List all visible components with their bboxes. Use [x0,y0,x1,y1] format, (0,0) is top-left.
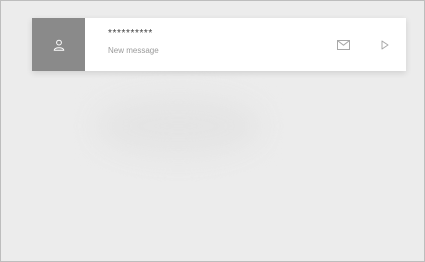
sender-name: ********** [108,28,153,39]
envelope-icon [336,39,350,50]
person-icon [53,39,64,51]
message-preview: New message [108,46,159,55]
screen: ********** New message [0,0,425,262]
background-blur [96,96,261,156]
avatar [32,18,85,71]
open-message-button[interactable] [333,35,353,55]
notification-actions [333,18,406,71]
play-icon [381,40,389,49]
play-message-button[interactable] [375,35,395,55]
message-content: ********** New message [85,18,333,71]
message-notification[interactable]: ********** New message [32,18,406,71]
